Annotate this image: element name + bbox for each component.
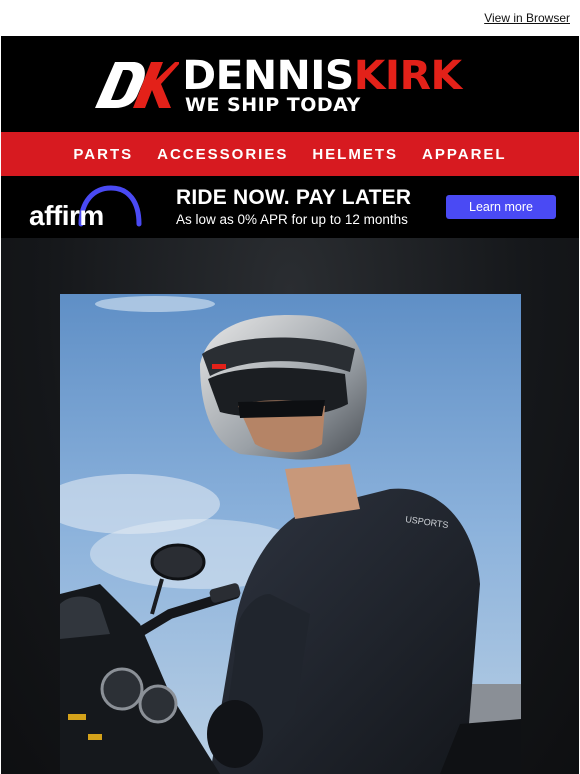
dennis-kirk-logo[interactable]: DENNISKIRK WE SHIP TODAY [93, 53, 493, 116]
brand-name-part2: KIRK [353, 53, 462, 99]
rider-helmet-photo[interactable]: USPORTS [60, 294, 521, 774]
preheader: View in Browser [0, 0, 580, 36]
nav-item-parts[interactable]: PARTS [73, 144, 133, 165]
nav-item-apparel[interactable]: APPAREL [422, 144, 507, 165]
brand-tagline: WE SHIP TODAY [185, 94, 361, 116]
affirm-logo: affirm [29, 184, 144, 232]
nav-item-accessories[interactable]: ACCESSORIES [157, 144, 288, 165]
nav-item-helmets[interactable]: HELMETS [312, 144, 398, 165]
learn-more-button[interactable]: Learn more [446, 195, 556, 219]
brand-wordmark: DENNISKIRK [182, 53, 462, 99]
email-body: DENNISKIRK WE SHIP TODAY PARTS ACCESSORI… [1, 36, 579, 774]
affirm-headline: RIDE NOW. PAY LATER [176, 186, 412, 209]
hero-illustration: USPORTS [60, 294, 521, 774]
affirm-banner[interactable]: affirm RIDE NOW. PAY LATER As low as 0% … [1, 176, 579, 238]
brand-name-part1: DENNIS [182, 53, 354, 99]
hero-section[interactable]: USPORTS [1, 238, 579, 774]
affirm-wordmark: affirm [29, 200, 104, 231]
affirm-subline: As low as 0% APR for up to 12 months [176, 212, 408, 227]
view-in-browser-link[interactable]: View in Browser [484, 11, 570, 25]
main-nav: PARTS ACCESSORIES HELMETS APPAREL [1, 132, 579, 176]
brand-header: DENNISKIRK WE SHIP TODAY [1, 36, 579, 132]
dk-monogram-icon [95, 62, 179, 108]
